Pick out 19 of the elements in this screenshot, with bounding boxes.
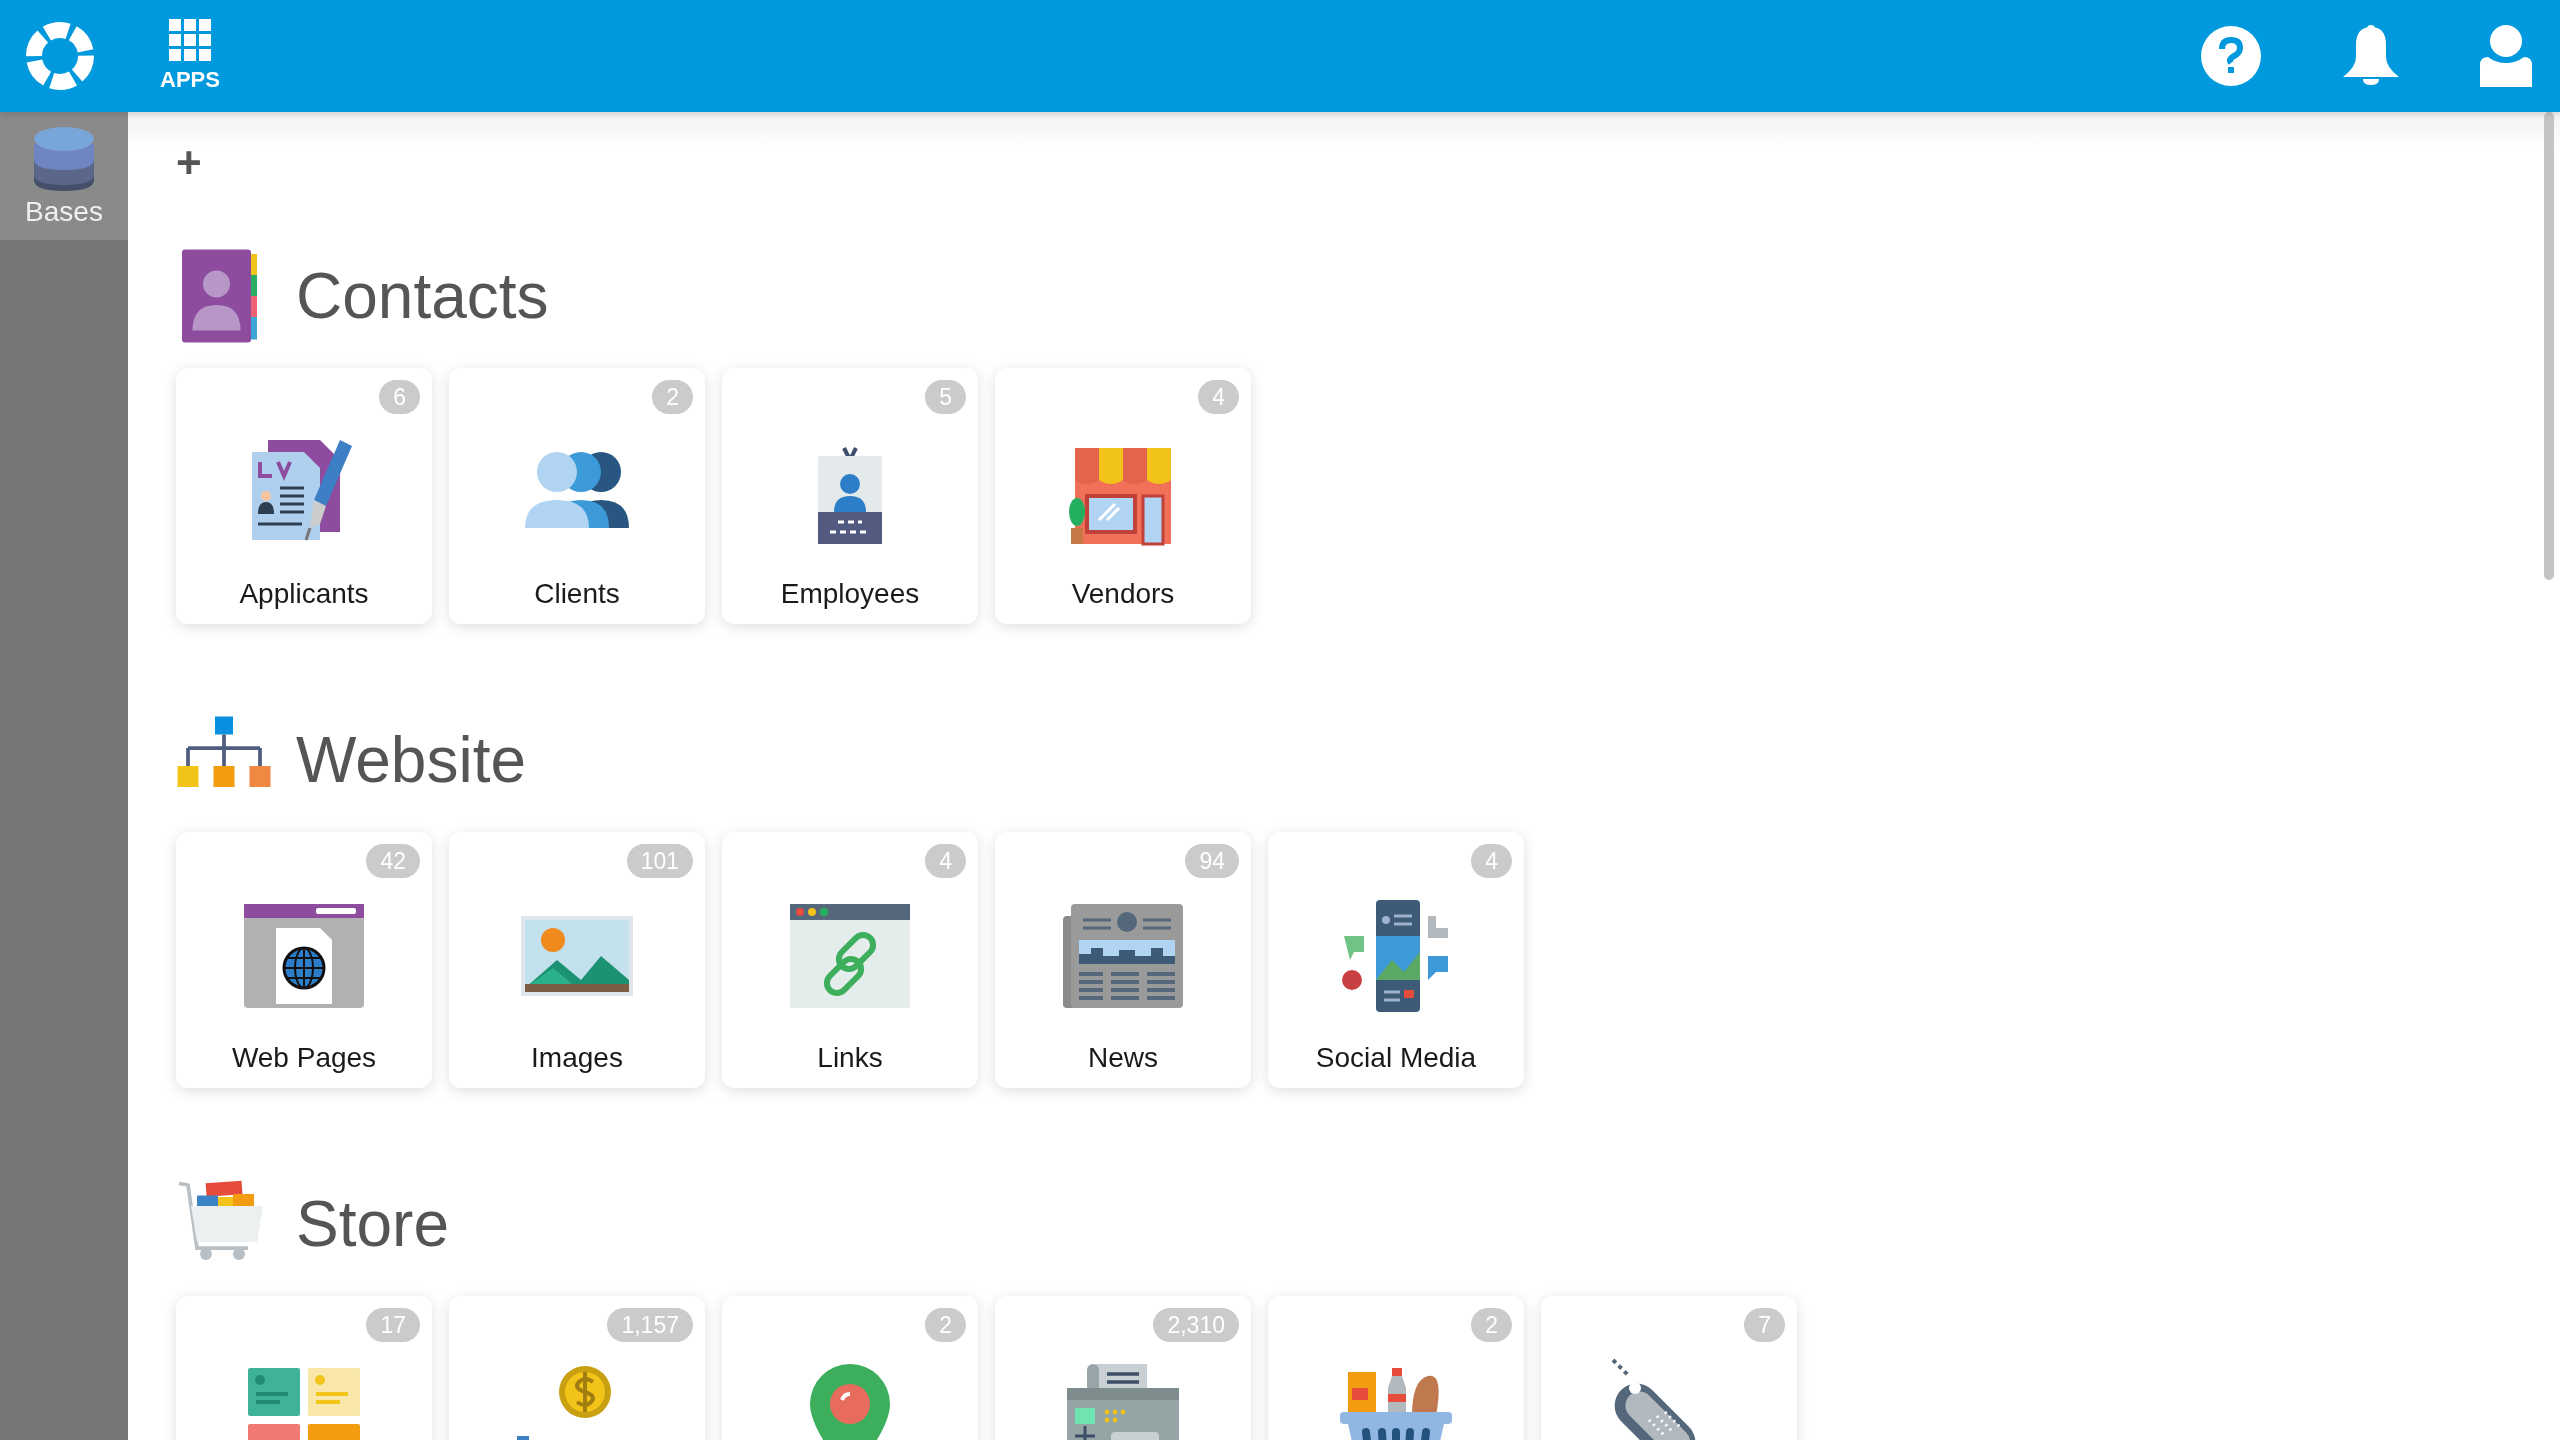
card-label: Vendors	[1071, 578, 1175, 610]
card-label: Social Media	[1315, 1042, 1477, 1074]
card-label: Clients	[534, 578, 620, 610]
section-title: Store	[296, 1187, 449, 1261]
card-label: News	[1088, 1042, 1158, 1074]
notification-bell-icon[interactable]	[2342, 25, 2400, 87]
section-title: Contacts	[296, 259, 549, 333]
card-label: Links	[817, 1042, 883, 1074]
card-label: Applicants	[239, 578, 369, 610]
card-label: Employees	[780, 578, 920, 610]
add-button[interactable]: +	[172, 138, 206, 188]
database-icon	[33, 126, 95, 192]
section-title: Website	[296, 723, 527, 797]
app-logo-icon[interactable]	[24, 20, 96, 92]
scrollbar-thumb[interactable]	[2544, 112, 2554, 580]
card-label: Web Pages	[231, 1042, 377, 1074]
user-profile-icon[interactable]	[2480, 25, 2532, 87]
card-label: Images	[531, 1042, 623, 1074]
help-icon[interactable]	[2200, 25, 2262, 87]
